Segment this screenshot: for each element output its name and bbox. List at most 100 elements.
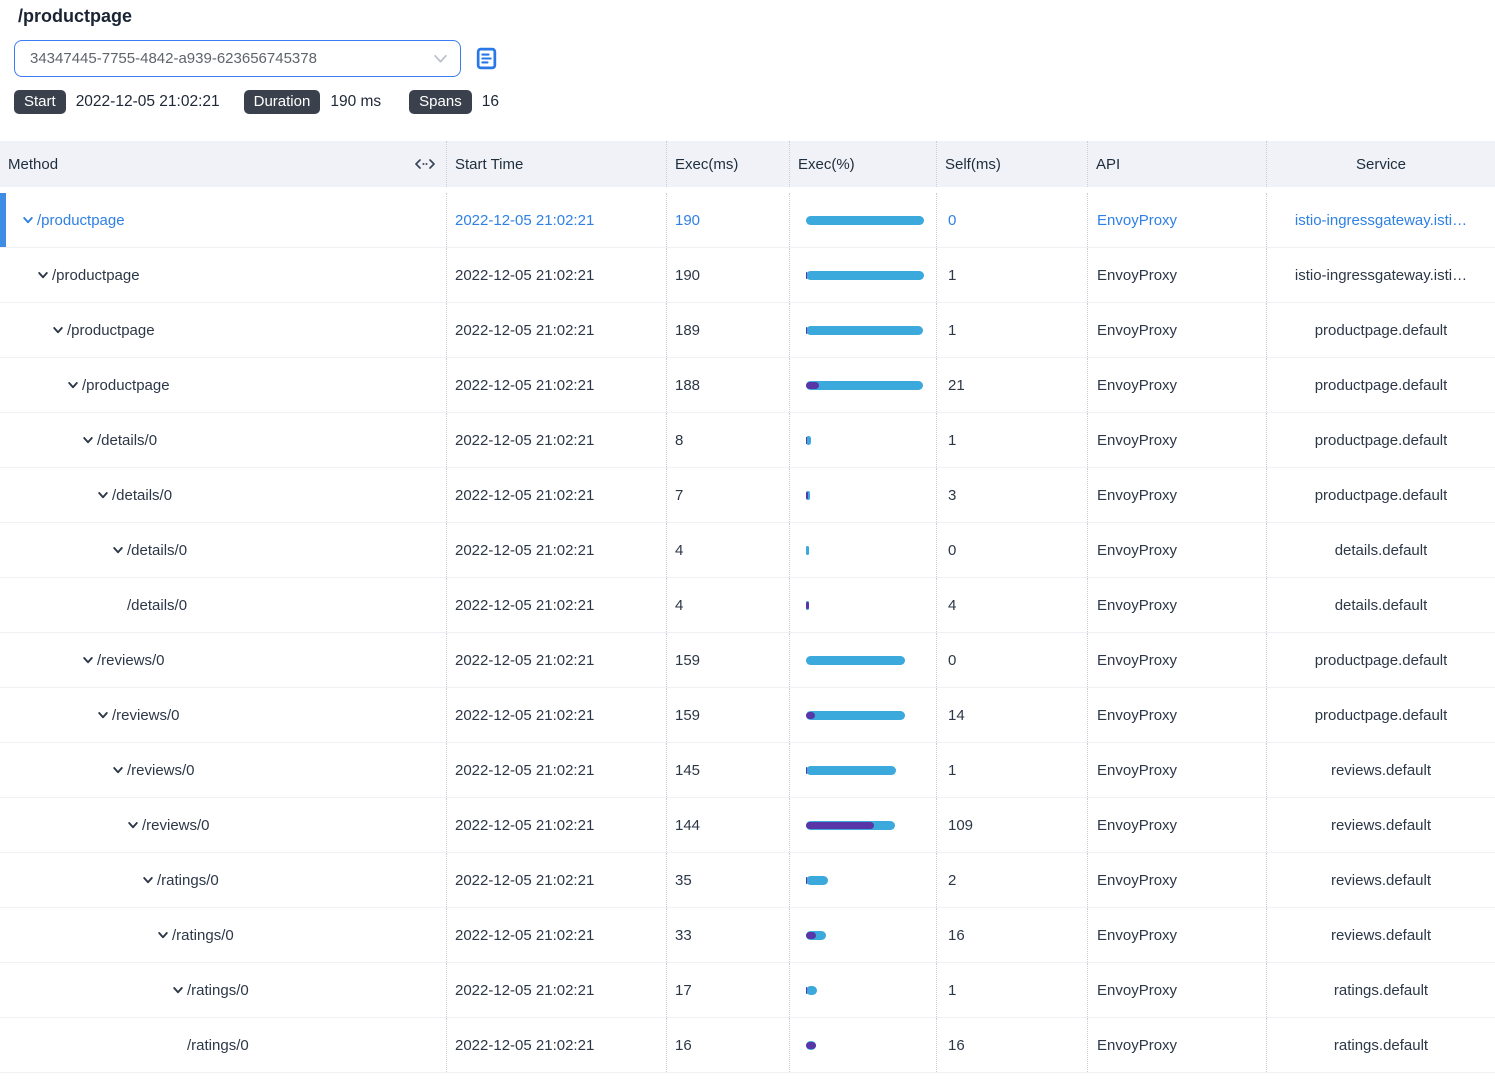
self-bar — [806, 987, 807, 994]
trace-span-row[interactable]: /productpage 2022-12-05 21:02:21 188 21 … — [0, 358, 1495, 413]
exec-pct-cell — [790, 358, 937, 412]
method-cell: /ratings/0 — [0, 963, 447, 1017]
method-label: /details/0 — [97, 432, 157, 449]
api-value: EnvoyProxy — [1097, 267, 1177, 284]
self-ms-cell: 0 — [937, 633, 1088, 687]
exec-ms-value: 35 — [675, 872, 692, 889]
self-bar — [806, 492, 808, 499]
self-ms-cell: 1 — [937, 248, 1088, 302]
collapse-arrow-icon[interactable] — [67, 379, 79, 391]
service-cell: productpage.default — [1267, 358, 1495, 412]
trace-span-row[interactable]: /reviews/0 2022-12-05 21:02:21 144 109 E… — [0, 798, 1495, 853]
api-value: EnvoyProxy — [1097, 707, 1177, 724]
api-value: EnvoyProxy — [1097, 652, 1177, 669]
self-ms-value: 21 — [948, 377, 965, 394]
self-ms-cell: 3 — [937, 468, 1088, 522]
trace-span-row[interactable]: /details/0 2022-12-05 21:02:21 4 0 Envoy… — [0, 523, 1495, 578]
service-cell: productpage.default — [1267, 633, 1495, 687]
service-value: productpage.default — [1315, 707, 1448, 724]
trace-span-row[interactable]: /reviews/0 2022-12-05 21:02:21 145 1 Env… — [0, 743, 1495, 798]
api-cell: EnvoyProxy — [1088, 358, 1267, 412]
api-cell: EnvoyProxy — [1088, 633, 1267, 687]
api-value: EnvoyProxy — [1097, 762, 1177, 779]
trace-span-row[interactable]: /details/0 2022-12-05 21:02:21 8 1 Envoy… — [0, 413, 1495, 468]
collapse-arrow-icon[interactable] — [82, 654, 94, 666]
exec-percent-bar — [806, 436, 924, 445]
trace-span-row[interactable]: /ratings/0 2022-12-05 21:02:21 33 16 Env… — [0, 908, 1495, 963]
trace-span-row[interactable]: /details/0 2022-12-05 21:02:21 7 3 Envoy… — [0, 468, 1495, 523]
exec-pct-cell — [790, 908, 937, 962]
exec-percent-bar — [806, 601, 924, 610]
trace-id-select[interactable]: 34347445-7755-4842-a939-623656745378 — [14, 40, 461, 77]
trace-list-icon — [474, 46, 499, 71]
trace-list-button[interactable] — [473, 46, 499, 72]
exec-ms-cell: 35 — [667, 853, 790, 907]
spans-value: 16 — [482, 93, 499, 111]
collapse-arrow-icon[interactable] — [37, 269, 49, 281]
trace-span-row[interactable]: /productpage 2022-12-05 21:02:21 189 1 E… — [0, 303, 1495, 358]
service-value: reviews.default — [1331, 762, 1431, 779]
trace-span-row[interactable]: /ratings/0 2022-12-05 21:02:21 17 1 Envo… — [0, 963, 1495, 1018]
duration-value: 190 ms — [330, 93, 381, 111]
exec-pct-cell — [790, 523, 937, 577]
collapse-arrow-icon[interactable] — [142, 874, 154, 886]
start-time-value: 2022-12-05 21:02:21 — [455, 487, 594, 504]
exec-percent-bar — [806, 931, 924, 940]
trace-detail-page: /productpage 34347445-7755-4842-a939-623… — [0, 0, 1495, 1080]
service-value: ratings.default — [1334, 982, 1428, 999]
collapse-arrow-icon[interactable] — [172, 984, 184, 996]
trace-span-row[interactable]: /ratings/0 2022-12-05 21:02:21 35 2 Envo… — [0, 853, 1495, 908]
exec-ms-cell: 7 — [667, 468, 790, 522]
api-value: EnvoyProxy — [1097, 212, 1177, 229]
method-cell: /ratings/0 — [0, 1018, 447, 1072]
collapse-arrow-icon[interactable] — [127, 819, 139, 831]
api-value: EnvoyProxy — [1097, 982, 1177, 999]
api-value: EnvoyProxy — [1097, 542, 1177, 559]
trace-span-row[interactable]: /ratings/0 2022-12-05 21:02:21 16 16 Env… — [0, 1018, 1495, 1073]
exec-pct-cell — [790, 1018, 937, 1072]
column-api: API — [1088, 141, 1267, 187]
collapse-arrow-icon[interactable] — [112, 764, 124, 776]
start-time-cell: 2022-12-05 21:02:21 — [447, 688, 667, 742]
exec-bar — [806, 326, 923, 335]
self-ms-value: 16 — [948, 927, 965, 944]
exec-ms-value: 33 — [675, 927, 692, 944]
collapse-arrow-icon[interactable] — [52, 324, 64, 336]
trace-span-row[interactable]: /reviews/0 2022-12-05 21:02:21 159 0 Env… — [0, 633, 1495, 688]
self-bar — [806, 437, 807, 444]
exec-bar — [806, 271, 924, 280]
collapse-arrow-icon[interactable] — [157, 929, 169, 941]
exec-ms-cell: 188 — [667, 358, 790, 412]
collapse-arrow-icon[interactable] — [22, 214, 34, 226]
service-value: ratings.default — [1334, 1037, 1428, 1054]
self-ms-value: 1 — [948, 762, 956, 779]
trace-span-row[interactable]: /reviews/0 2022-12-05 21:02:21 159 14 En… — [0, 688, 1495, 743]
exec-bar — [806, 766, 896, 775]
method-label: /productpage — [67, 322, 155, 339]
collapse-arrow-icon[interactable] — [112, 544, 124, 556]
service-cell: productpage.default — [1267, 413, 1495, 467]
trace-span-row[interactable]: /details/0 2022-12-05 21:02:21 4 4 Envoy… — [0, 578, 1495, 633]
exec-pct-cell — [790, 853, 937, 907]
start-time-value: 2022-12-05 21:02:21 — [455, 762, 594, 779]
start-time-cell: 2022-12-05 21:02:21 — [447, 468, 667, 522]
method-cell: /details/0 — [0, 578, 447, 632]
self-ms-cell: 16 — [937, 908, 1088, 962]
exec-ms-cell: 190 — [667, 193, 790, 247]
trace-span-row[interactable]: /productpage 2022-12-05 21:02:21 190 0 E… — [0, 193, 1495, 248]
collapse-arrow-icon[interactable] — [97, 709, 109, 721]
method-label: /productpage — [37, 212, 125, 229]
service-cell: ratings.default — [1267, 1018, 1495, 1072]
exec-ms-value: 4 — [675, 597, 683, 614]
method-label: /reviews/0 — [112, 707, 180, 724]
api-cell: EnvoyProxy — [1088, 193, 1267, 247]
self-bar — [806, 932, 816, 939]
trace-span-row[interactable]: /productpage 2022-12-05 21:02:21 190 1 E… — [0, 248, 1495, 303]
column-resize-icon[interactable] — [414, 158, 436, 170]
collapse-arrow-icon[interactable] — [82, 434, 94, 446]
start-time-value: 2022-12-05 21:02:21 — [455, 432, 594, 449]
collapse-arrow-icon[interactable] — [97, 489, 109, 501]
api-cell: EnvoyProxy — [1088, 853, 1267, 907]
method-label: /reviews/0 — [127, 762, 195, 779]
self-ms-value: 16 — [948, 1037, 965, 1054]
